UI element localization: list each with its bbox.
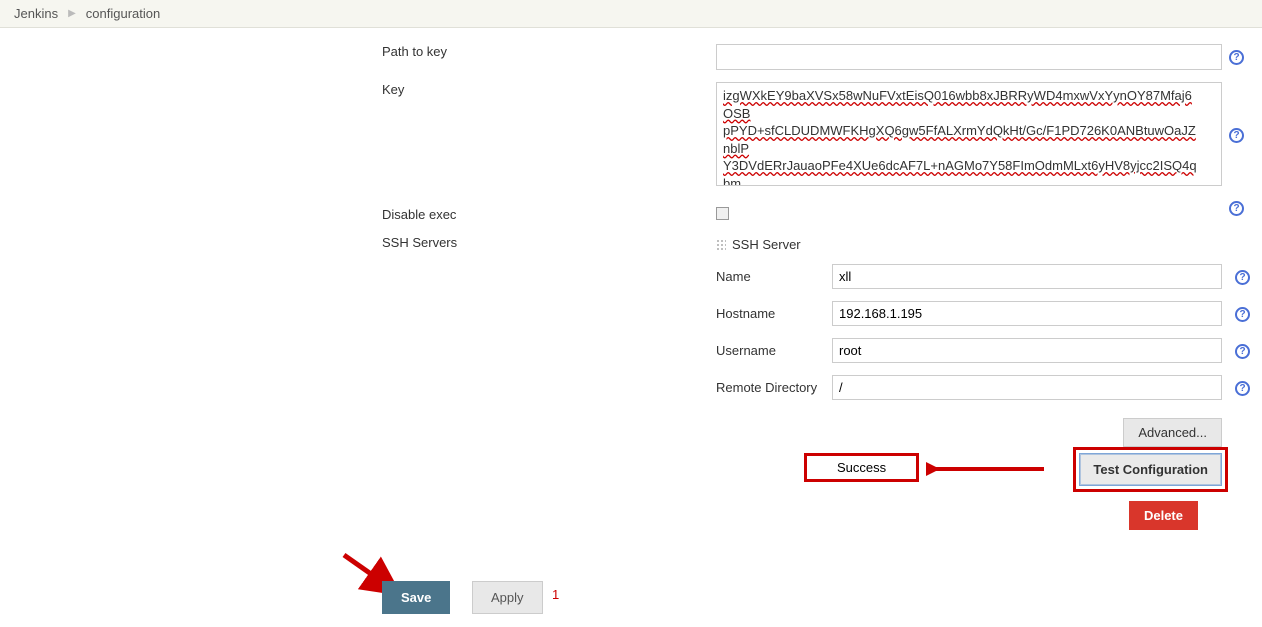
- breadcrumb-root[interactable]: Jenkins: [14, 6, 58, 21]
- help-icon[interactable]: ?: [1229, 128, 1244, 143]
- annotation-number: 1: [552, 587, 559, 602]
- hostname-input[interactable]: [832, 301, 1222, 326]
- label-key: Key: [382, 82, 712, 97]
- help-icon[interactable]: ?: [1235, 344, 1250, 359]
- apply-button[interactable]: Apply: [472, 581, 543, 614]
- bottom-action-bar: Save Apply 1: [0, 567, 1262, 627]
- test-config-highlight: Test Configuration: [1073, 447, 1228, 492]
- label-hostname: Hostname: [716, 306, 832, 321]
- test-configuration-button[interactable]: Test Configuration: [1080, 454, 1221, 485]
- breadcrumb-page[interactable]: configuration: [86, 6, 160, 21]
- help-icon[interactable]: ?: [1235, 381, 1250, 396]
- row-name: Name ?: [716, 258, 1222, 295]
- ssh-server-header: SSH Server: [716, 235, 1222, 258]
- row-disable-exec: Disable exec ?: [0, 189, 1262, 229]
- key-textarea[interactable]: izgWXkEY9baXVSx58wNuFVxtEisQ016wbb8xJBRR…: [716, 82, 1222, 186]
- status-success: Success: [804, 453, 919, 482]
- label-username: Username: [716, 343, 832, 358]
- drag-handle-icon[interactable]: [716, 239, 726, 251]
- save-button[interactable]: Save: [382, 581, 450, 614]
- advanced-button[interactable]: Advanced...: [1123, 418, 1222, 447]
- name-input[interactable]: [832, 264, 1222, 289]
- row-path-to-key: Path to key ?: [0, 38, 1262, 76]
- label-disable-exec: Disable exec: [382, 207, 712, 222]
- delete-button[interactable]: Delete: [1129, 501, 1198, 530]
- disable-exec-checkbox[interactable]: [716, 207, 729, 220]
- delete-row: Delete: [716, 501, 1222, 541]
- breadcrumb: Jenkins ▶ configuration: [0, 0, 1262, 28]
- help-icon[interactable]: ?: [1229, 201, 1244, 216]
- test-action-row: Success Test Configuration: [716, 447, 1222, 501]
- help-icon[interactable]: ?: [1229, 50, 1244, 65]
- label-path-to-key: Path to key: [382, 44, 712, 59]
- row-hostname: Hostname ?: [716, 295, 1222, 332]
- chevron-right-icon: ▶: [68, 8, 76, 19]
- help-icon[interactable]: ?: [1235, 307, 1250, 322]
- row-remote-dir: Remote Directory ?: [716, 369, 1222, 406]
- arrow-annotation-icon: [926, 455, 1046, 486]
- remote-dir-input[interactable]: [832, 375, 1222, 400]
- row-ssh-servers: SSH Servers SSH Server Name ? Hostname ?…: [0, 229, 1262, 547]
- username-input[interactable]: [832, 338, 1222, 363]
- help-icon[interactable]: ?: [1235, 270, 1250, 285]
- label-remote-dir: Remote Directory: [716, 380, 832, 395]
- path-to-key-input[interactable]: [716, 44, 1222, 70]
- row-key: Key izgWXkEY9baXVSx58wNuFVxtEisQ016wbb8x…: [0, 76, 1262, 189]
- label-name: Name: [716, 269, 832, 284]
- row-username: Username ?: [716, 332, 1222, 369]
- ssh-server-title: SSH Server: [732, 237, 801, 252]
- label-ssh-servers: SSH Servers: [382, 235, 712, 250]
